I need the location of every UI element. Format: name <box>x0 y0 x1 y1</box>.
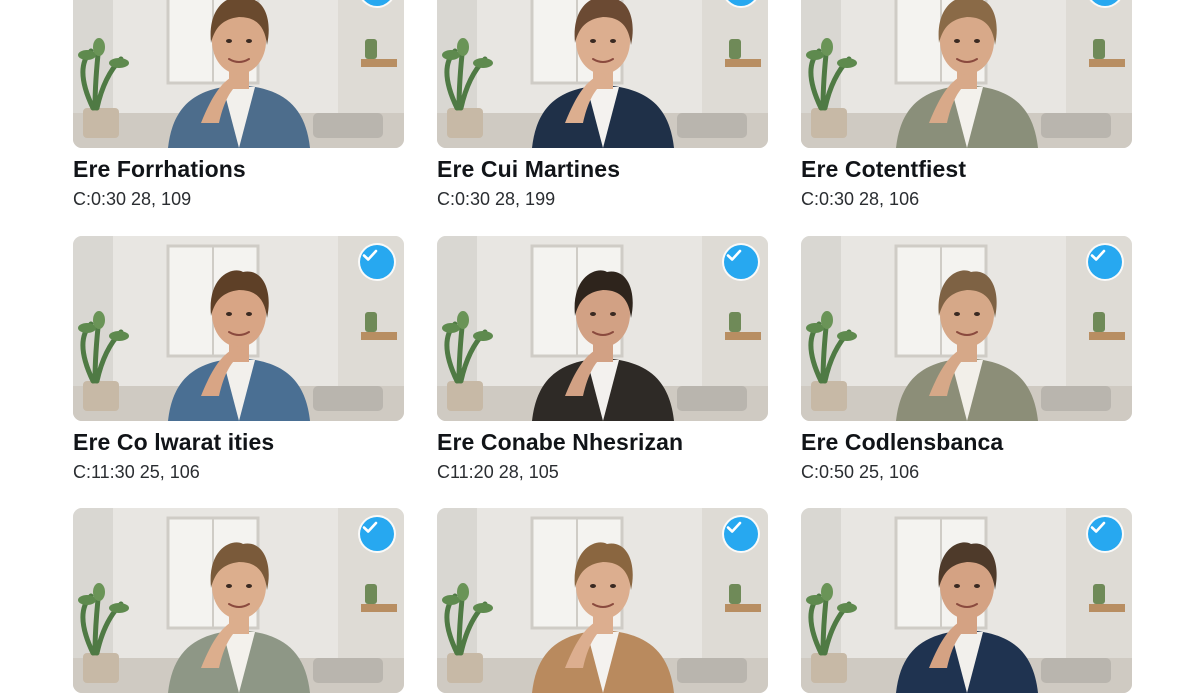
profile-name: Ere Cotentfiest <box>801 156 967 182</box>
profile-name: Ere Conabe Nhesrizan <box>437 429 684 455</box>
profile-card[interactable] <box>73 508 404 693</box>
profile-meta: C:0:30 28, 106 <box>801 189 920 209</box>
profile-card[interactable] <box>437 508 768 693</box>
profile-photo <box>801 236 1132 421</box>
profile-photo <box>437 508 768 693</box>
portrait-illustration <box>437 0 768 148</box>
profile-name: Ere Forrhations <box>73 156 246 182</box>
selected-check-icon[interactable] <box>360 517 394 551</box>
profile-photo <box>801 0 1132 148</box>
profile-card[interactable]: Ere Codlensbanca C:0:50 25, 106 <box>801 236 1132 483</box>
profile-photo <box>73 0 404 148</box>
profile-meta: C:0:50 25, 106 <box>801 462 920 482</box>
profile-grid: Ere Forrhations C:0:30 28, 109 Ere Cui M… <box>0 0 1200 693</box>
profile-photo <box>73 508 404 693</box>
portrait-illustration <box>801 236 1132 421</box>
selected-check-icon[interactable] <box>360 245 394 279</box>
profile-card[interactable]: Ere Conabe Nhesrizan C11:20 28, 105 <box>437 236 768 483</box>
profile-meta: C:0:30 28, 109 <box>73 189 192 209</box>
selected-check-icon[interactable] <box>1088 245 1122 279</box>
profile-card[interactable] <box>801 508 1132 693</box>
portrait-illustration <box>801 508 1132 693</box>
profile-card[interactable]: Ere Cui Martines C:0:30 28, 199 <box>437 0 768 210</box>
profile-meta: C:11:30 25, 106 <box>73 462 200 482</box>
profile-card[interactable]: Ere Cotentfiest C:0:30 28, 106 <box>801 0 1132 210</box>
portrait-illustration <box>73 236 404 421</box>
profile-photo <box>801 508 1132 693</box>
profile-photo <box>73 236 404 421</box>
profile-card[interactable]: Ere Co lwarat ities C:11:30 25, 106 <box>73 236 404 483</box>
selected-check-icon[interactable] <box>1088 517 1122 551</box>
profile-photo <box>437 0 768 148</box>
portrait-illustration <box>73 508 404 693</box>
portrait-illustration <box>801 0 1132 148</box>
profile-name: Ere Cui Martines <box>437 156 621 182</box>
portrait-illustration <box>437 236 768 421</box>
profile-meta: C11:20 28, 105 <box>437 462 559 482</box>
profile-card[interactable]: Ere Forrhations C:0:30 28, 109 <box>73 0 404 210</box>
selected-check-icon[interactable] <box>724 245 758 279</box>
profile-meta: C:0:30 28, 199 <box>437 189 556 209</box>
portrait-illustration <box>73 0 404 148</box>
profile-photo <box>437 236 768 421</box>
portrait-illustration <box>437 508 768 693</box>
profile-name: Ere Co lwarat ities <box>73 429 275 455</box>
selected-check-icon[interactable] <box>724 517 758 551</box>
profile-name: Ere Codlensbanca <box>801 429 1004 455</box>
